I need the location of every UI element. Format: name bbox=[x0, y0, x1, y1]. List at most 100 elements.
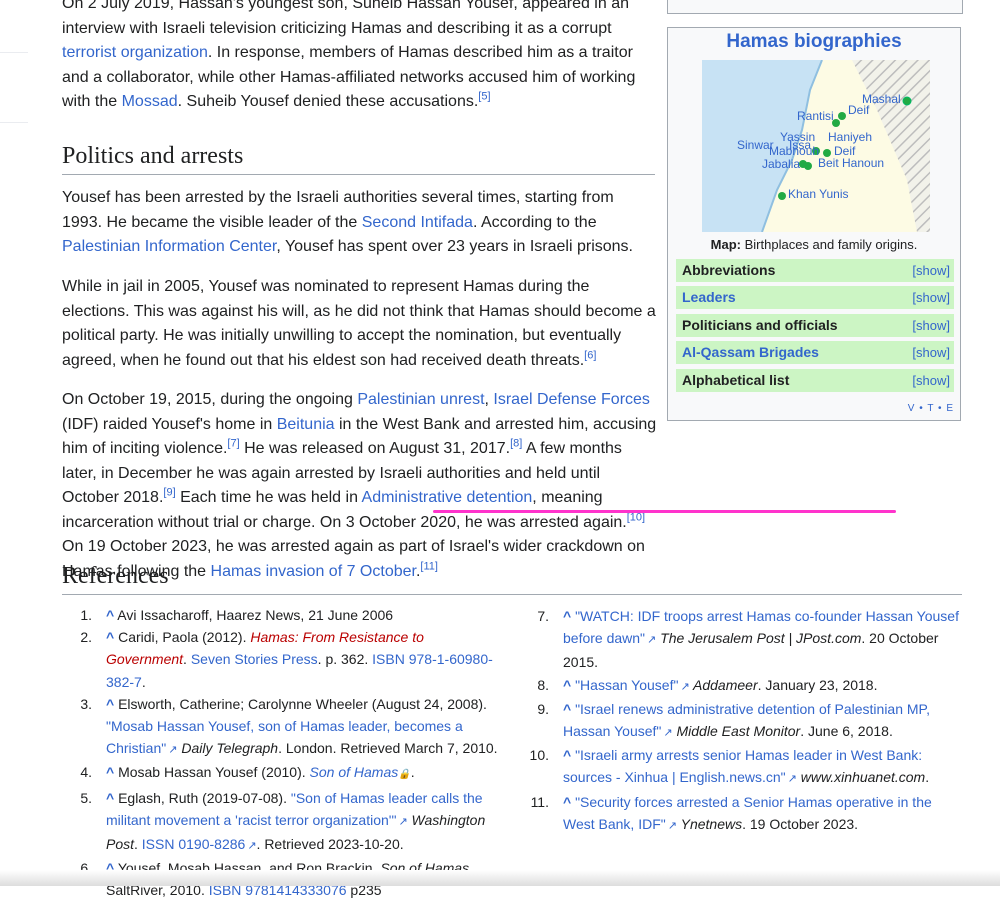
ref-publication: www.xinhuanet.com bbox=[796, 769, 926, 786]
show-toggle[interactable]: [show] bbox=[912, 341, 950, 364]
bottom-edge bbox=[0, 870, 1000, 886]
map-label: Khan Yunis bbox=[788, 187, 849, 201]
ref-backlink[interactable]: ^ bbox=[106, 607, 114, 623]
show-toggle[interactable]: [show] bbox=[912, 369, 950, 392]
ref-number: 7. bbox=[537, 608, 549, 624]
citation-9[interactable]: [9] bbox=[163, 487, 175, 499]
paragraph-1: Yousef has been arrested by the Israeli … bbox=[62, 186, 657, 260]
ref-publication: The Jerusalem Post | JPost.com bbox=[656, 630, 862, 647]
map-label: Beit Hanoun bbox=[818, 156, 884, 170]
map-label: Mabhouh bbox=[769, 144, 819, 158]
map-label: Deif bbox=[848, 103, 870, 117]
ref-text: . bbox=[134, 836, 142, 853]
ref-backlink[interactable]: ^ bbox=[563, 794, 571, 810]
ref-number: 5. bbox=[80, 789, 92, 806]
nav-label: Abbreviations bbox=[682, 262, 776, 278]
reference-item: 2. ^ Caridi, Paola (2012). Hamas: From Re… bbox=[62, 626, 502, 693]
ref-publication: Addameer bbox=[689, 676, 758, 693]
ref-link[interactable]: Son of Hamas bbox=[310, 764, 411, 780]
ref-number: 8. bbox=[537, 676, 549, 693]
ref-link[interactable]: Seven Stories Press bbox=[191, 651, 318, 667]
ref-external-link[interactable]: "Hassan Yousef" bbox=[571, 677, 689, 693]
ref-text: Avi Issacharoff, Haarez News, 21 June 20… bbox=[114, 607, 394, 623]
link-israel-defense-forces[interactable]: Israel Defense Forces bbox=[493, 391, 650, 408]
ref-text: Elsworth, Catherine; Carolynne Wheeler (… bbox=[114, 695, 487, 712]
nav-label-link[interactable]: Al-Qassam Brigades bbox=[682, 341, 819, 364]
link-beitunia[interactable]: Beitunia bbox=[277, 416, 335, 433]
vte-links[interactable]: V • T • E bbox=[908, 403, 954, 414]
link-palestinian-unrest[interactable]: Palestinian unrest bbox=[357, 391, 484, 408]
text-run: (IDF) raided Yousef's home in bbox=[62, 415, 277, 433]
ref-text: . London. Retrieved March 7, 2010. bbox=[278, 740, 498, 757]
infobox-title[interactable]: Hamas biographies bbox=[668, 31, 960, 53]
show-toggle[interactable]: [show] bbox=[912, 286, 950, 309]
ref-text: . bbox=[141, 673, 146, 690]
text-run: interview with Israeli television critic… bbox=[62, 19, 612, 37]
text-run: While in jail in 2005, Yousef was nomina… bbox=[62, 278, 656, 369]
nav-label: Politicians and officials bbox=[682, 317, 838, 333]
ref-backlink[interactable]: ^ bbox=[563, 747, 571, 763]
link-terrorist[interactable]: terrorist bbox=[62, 44, 116, 61]
map-image[interactable]: Mashal Rantisi Deif Yassin Haniyeh Sinwa… bbox=[702, 60, 930, 232]
nav-row-abbreviations[interactable]: Abbreviations [show] bbox=[676, 259, 954, 282]
ref-backlink[interactable]: ^ bbox=[563, 677, 571, 693]
nav-row-leaders[interactable]: Leaders [show] bbox=[676, 286, 954, 309]
ref-backlink[interactable]: ^ bbox=[106, 764, 114, 780]
link-second-intifada[interactable]: Second Intifada bbox=[362, 214, 473, 231]
link-organization[interactable]: organization bbox=[121, 44, 208, 61]
text-run: . According to the bbox=[472, 213, 597, 231]
citation-5[interactable]: [5] bbox=[478, 91, 490, 103]
reference-item: 10. ^ "Israeli army arrests senior Hamas … bbox=[519, 744, 959, 790]
nav-label-link[interactable]: Leaders bbox=[682, 286, 736, 309]
ref-number: 10. bbox=[529, 747, 549, 764]
ref-text: . June 6, 2018. bbox=[800, 723, 893, 740]
references-right-column: 7. ^ "WATCH: IDF troops arrest Hamas co-f… bbox=[519, 605, 959, 837]
text-run: Each time he was held in bbox=[175, 489, 362, 506]
map-svg: Mashal Rantisi Deif Yassin Haniyeh Sinwa… bbox=[702, 60, 930, 232]
ref-link[interactable]: ISSN 0190-8286 bbox=[142, 836, 257, 852]
citation-6[interactable]: [6] bbox=[584, 349, 596, 361]
ref-number: 2. bbox=[80, 629, 92, 646]
ref-number: 1. bbox=[80, 607, 92, 623]
ref-text: Mosab Hassan Yousef (2010). bbox=[114, 764, 310, 781]
map-label: Jabalia bbox=[762, 157, 800, 171]
reference-item: 9. ^ "Israel renews administrative detent… bbox=[519, 698, 959, 744]
ref-backlink[interactable]: ^ bbox=[563, 701, 571, 717]
link-palestinian-information-center[interactable]: Palestinian Information Center bbox=[62, 238, 276, 255]
ref-text: . Retrieved 2023-10-20. bbox=[256, 836, 404, 853]
infobox-above-frame bbox=[667, 0, 963, 14]
reference-item: 7. ^ "WATCH: IDF troops arrest Hamas co-f… bbox=[519, 605, 959, 674]
reference-item: 4. ^ Mosab Hassan Yousef (2010). Son of H… bbox=[62, 761, 502, 786]
ref-backlink[interactable]: ^ bbox=[106, 629, 114, 645]
ref-backlink[interactable]: ^ bbox=[563, 608, 571, 624]
ref-text: . January 23, 2018. bbox=[757, 676, 878, 693]
intro-paragraph: On 2 July 2019, Hassan's youngest son, S… bbox=[62, 0, 657, 115]
ref-text: Eglash, Ruth (2019-07-08). bbox=[114, 789, 291, 806]
reference-item: 1. ^ Avi Issacharoff, Haarez News, 21 Jun… bbox=[62, 604, 502, 626]
text-run: , Yousef has spent over 23 years in Isra… bbox=[276, 238, 633, 255]
map-label: Rantisi bbox=[797, 109, 834, 123]
ref-text: . p. 362. bbox=[317, 651, 373, 668]
ref-text: Caridi, Paola (2012). bbox=[114, 629, 251, 646]
ref-backlink[interactable]: ^ bbox=[106, 696, 114, 712]
infobox-hamas-biographies: Hamas biographies Mashal Rantisi Deif Ya… bbox=[667, 27, 961, 421]
link-administrative-detention[interactable]: Administrative detention bbox=[362, 489, 533, 506]
reference-item: 8. ^ "Hassan Yousef" Addameer. January 23… bbox=[519, 674, 959, 698]
map-caption-text: Birthplaces and family origins. bbox=[741, 237, 918, 252]
text-run: He was released on August 31, 2017. bbox=[239, 440, 511, 457]
link-mossad[interactable]: Mossad bbox=[122, 93, 178, 110]
nav-row-al-qassam[interactable]: Al-Qassam Brigades [show] bbox=[676, 341, 954, 364]
ref-text: . bbox=[183, 651, 191, 668]
show-toggle[interactable]: [show] bbox=[912, 259, 950, 282]
text-run: . Suheib Yousef denied these accusations… bbox=[177, 93, 479, 110]
show-toggle[interactable]: [show] bbox=[912, 314, 950, 337]
citation-7[interactable]: [7] bbox=[227, 438, 239, 450]
references-left-column: 1. ^ Avi Issacharoff, Haarez News, 21 Jun… bbox=[62, 604, 502, 902]
ref-publication: Daily Telegraph bbox=[177, 740, 279, 757]
citation-8[interactable]: [8] bbox=[510, 438, 522, 450]
map-label: Haniyeh bbox=[828, 130, 872, 144]
nav-row-alphabetical[interactable]: Alphabetical list [show] bbox=[676, 369, 954, 392]
ref-publication: Ynetnews bbox=[676, 815, 743, 832]
ref-backlink[interactable]: ^ bbox=[106, 790, 114, 806]
nav-row-politicians[interactable]: Politicians and officials [show] bbox=[676, 314, 954, 337]
